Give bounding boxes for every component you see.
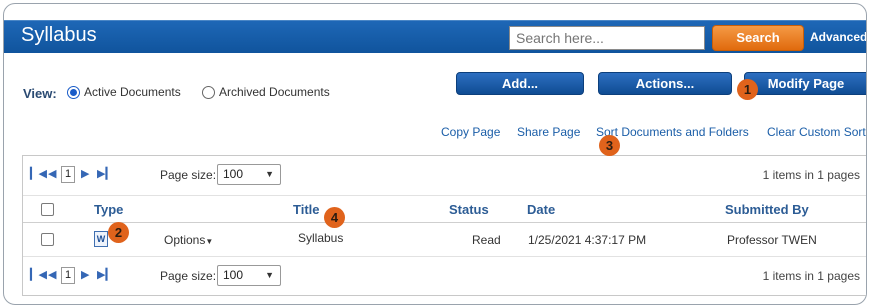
last-page-icon[interactable]: ▶▎ [97,268,114,281]
page-title: Syllabus [21,24,97,46]
column-status[interactable]: Status [449,202,489,217]
column-title[interactable]: Title [293,202,320,217]
search-button[interactable]: Search [712,25,804,51]
active-documents-label: Active Documents [84,85,181,99]
previous-page-icon[interactable]: ◀ [48,167,56,180]
chevron-down-icon: ▼ [265,169,274,179]
archived-documents-radio[interactable]: Archived Documents [202,85,330,99]
share-page-link[interactable]: Share Page [517,125,580,139]
table-row: W Options▼ Syllabus Read 1/25/2021 4:37:… [23,223,866,256]
items-count: 1 items in 1 pages [762,269,860,283]
previous-page-icon[interactable]: ◀ [48,268,56,281]
active-documents-radio[interactable]: Active Documents [67,85,181,99]
column-date[interactable]: Date [527,202,555,217]
view-label: View: [23,86,57,101]
page-size-value: 100 [223,268,244,282]
first-page-icon[interactable]: ▎◀ [30,268,47,281]
callout-badge-3: 3 [599,135,620,156]
pager-top: ▎◀ ◀ 1 ▶ ▶▎ Page size: 100 ▼ 1 items in … [23,156,866,196]
radio-selected-icon[interactable] [67,85,80,99]
page-size-select[interactable]: 100 ▼ [217,265,281,286]
actions-button[interactable]: Actions... [598,72,732,95]
current-page-number[interactable]: 1 [61,166,75,183]
current-page-number[interactable]: 1 [61,267,75,284]
next-page-icon[interactable]: ▶ [81,167,89,180]
row-submitted-by: Professor TWEN [727,233,817,247]
callout-badge-2: 2 [108,222,129,243]
syllabus-panel: Syllabus Search Advanced View: Active Do… [3,3,867,305]
add-button[interactable]: Add... [456,72,584,95]
page-size-value: 100 [223,167,244,181]
page-size-label: Page size: [160,269,217,283]
last-page-icon[interactable]: ▶▎ [97,167,114,180]
documents-grid: ▎◀ ◀ 1 ▶ ▶▎ Page size: 100 ▼ 1 items in … [22,155,866,296]
callout-badge-4: 4 [324,207,345,228]
items-count: 1 items in 1 pages [762,168,860,182]
header-bar: Syllabus Search Advanced [4,20,866,53]
copy-page-link[interactable]: Copy Page [441,125,500,139]
page-size-select[interactable]: 100 ▼ [217,164,281,185]
page-size-label: Page size: [160,168,217,182]
word-document-icon[interactable]: W [94,231,108,247]
row-date: 1/25/2021 4:37:17 PM [528,233,647,247]
row-status: Read [472,233,501,247]
pager-bottom: ▎◀ ◀ 1 ▶ ▶▎ Page size: 100 ▼ 1 items in … [23,256,866,296]
archived-documents-label: Archived Documents [219,85,330,99]
clear-custom-sort-link[interactable]: Clear Custom Sort [767,125,866,139]
row-checkbox[interactable] [41,233,54,246]
chevron-down-icon: ▼ [265,270,274,280]
sort-documents-link[interactable]: Sort Documents and Folders [596,125,749,139]
radio-unselected-icon[interactable] [202,85,215,99]
column-header-row: Type Title Status Date Submitted By [23,196,866,223]
advanced-search-link[interactable]: Advanced [810,30,866,44]
first-page-icon[interactable]: ▎◀ [30,167,47,180]
search-input[interactable] [509,26,705,50]
options-label: Options [164,233,206,247]
row-options-menu[interactable]: Options▼ [164,233,213,247]
options-dropdown-icon: ▼ [205,237,214,246]
modify-page-button[interactable]: Modify Page [744,72,866,95]
callout-badge-1: 1 [737,79,758,100]
column-submitted-by[interactable]: Submitted By [725,202,809,217]
column-type[interactable]: Type [94,202,123,217]
next-page-icon[interactable]: ▶ [81,268,89,281]
row-title-link[interactable]: Syllabus [298,231,343,245]
select-all-checkbox[interactable] [41,203,54,216]
